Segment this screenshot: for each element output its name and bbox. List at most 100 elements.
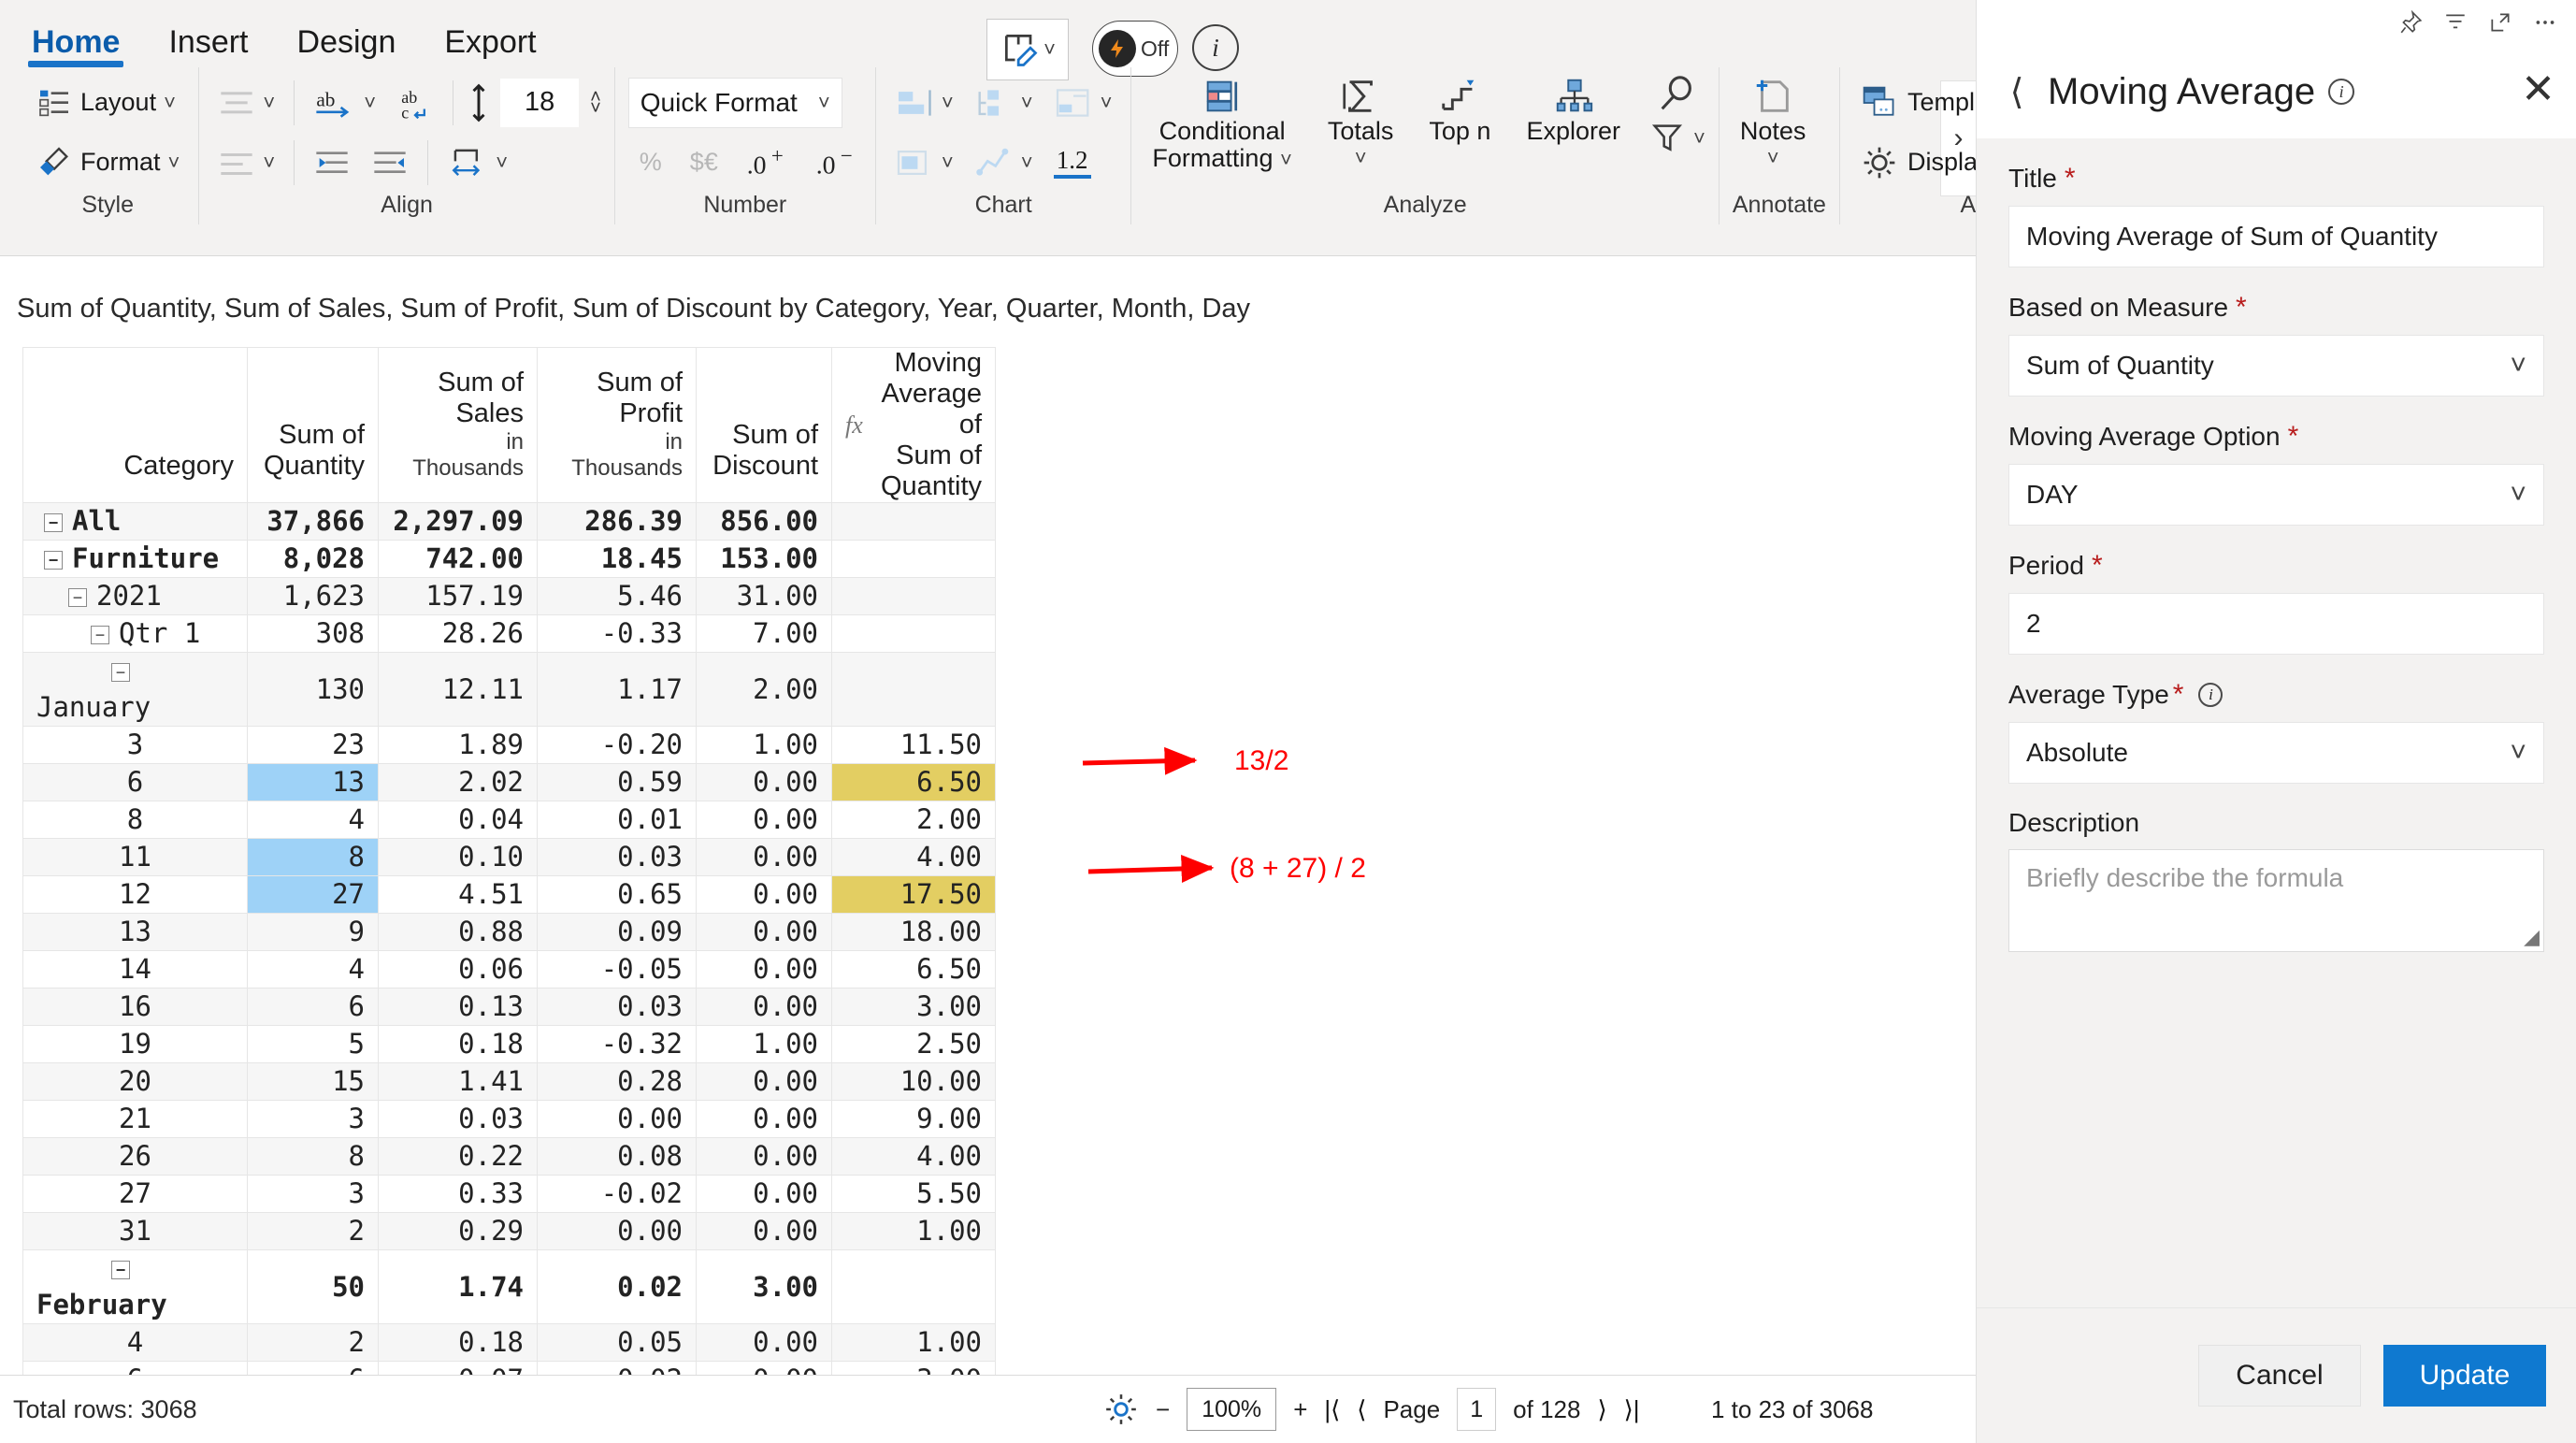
bar-chart-button[interactable]: ˅ [889, 85, 959, 121]
table-cell-moving-average[interactable] [831, 540, 996, 578]
table-cell-moving-average[interactable]: 2.50 [831, 1025, 996, 1063]
table-cell-sales[interactable]: 4.51 [378, 875, 538, 914]
table-cell-discount[interactable]: 153.00 [696, 540, 832, 578]
table-cell-quantity[interactable]: 2 [247, 1323, 379, 1362]
table-cell-sales[interactable]: 28.26 [378, 614, 538, 653]
back-button[interactable]: ⟨ [1995, 71, 2038, 113]
zoom-level-value[interactable]: 100% [1187, 1388, 1277, 1431]
table-row[interactable]: 26 8 0.22 0.08 0.00 4.00 [22, 1137, 996, 1176]
table-cell-quantity[interactable]: 4 [247, 950, 379, 988]
table-cell-quantity[interactable]: 8 [247, 1137, 379, 1176]
topn-button[interactable]: Top n [1421, 73, 1498, 147]
table-cell-sales[interactable]: 157.19 [378, 577, 538, 615]
table-cell-moving-average[interactable]: 10.00 [831, 1062, 996, 1101]
table-cell-sales[interactable]: 0.33 [378, 1175, 538, 1213]
column-header-moving-average[interactable]: fx Moving Average of Sum of Quantity [831, 347, 996, 503]
table-cell-sales[interactable]: 0.03 [378, 1100, 538, 1138]
text-direction-button[interactable]: ab ˅ [308, 84, 381, 122]
table-cell-profit[interactable]: 0.03 [537, 988, 697, 1026]
table-cell-discount[interactable]: 0.00 [696, 801, 832, 839]
table-cell-profit[interactable]: 0.09 [537, 913, 697, 951]
table-row[interactable]: 19 5 0.18 -0.32 1.00 2.50 [22, 1025, 996, 1063]
font-size-input[interactable]: 18 [500, 78, 580, 127]
column-header-sum-of-discount[interactable]: Sum of Discount [696, 347, 832, 503]
table-cell-category[interactable]: 8 [22, 801, 248, 839]
table-cell-quantity[interactable]: 8 [247, 838, 379, 876]
table-cell-quantity[interactable]: 3 [247, 1100, 379, 1138]
table-cell-quantity[interactable]: 3 [247, 1175, 379, 1213]
update-button[interactable]: Update [2383, 1345, 2546, 1407]
table-cell-discount[interactable]: 0.00 [696, 1175, 832, 1213]
table-row[interactable]: 13 9 0.88 0.09 0.00 18.00 [22, 913, 996, 951]
collapse-expander-icon[interactable]: − [91, 626, 109, 644]
table-cell-moving-average[interactable] [831, 577, 996, 615]
table-row[interactable]: − February 50 1.74 0.02 3.00 [22, 1249, 996, 1324]
table-cell-category[interactable]: −2021 [22, 577, 248, 615]
table-row[interactable]: −2021 1,623 157.19 5.46 31.00 [22, 577, 996, 615]
table-cell-quantity[interactable]: 9 [247, 913, 379, 951]
table-cell-profit[interactable]: 0.03 [537, 838, 697, 876]
align-horizontal-button[interactable]: ˅ [212, 85, 281, 121]
chevron-down-icon[interactable]: ˅ [1693, 126, 1705, 151]
table-cell-quantity[interactable]: 37,866 [247, 502, 379, 541]
table-cell-sales[interactable]: 0.10 [378, 838, 538, 876]
table-cell-category[interactable]: 14 [22, 950, 248, 988]
table-row[interactable]: 27 3 0.33 -0.02 0.00 5.50 [22, 1175, 996, 1213]
table-cell-moving-average[interactable]: 6.50 [831, 763, 996, 801]
table-cell-profit[interactable]: 1.17 [537, 652, 697, 727]
table-cell-sales[interactable]: 1.89 [378, 726, 538, 764]
table-cell-quantity[interactable]: 6 [247, 988, 379, 1026]
number-format-button[interactable]: 1.2 [1048, 144, 1097, 180]
table-cell-profit[interactable]: 0.65 [537, 875, 697, 914]
column-width-button[interactable]: ˅ [441, 144, 513, 181]
table-row[interactable]: 3 23 1.89 -0.20 1.00 11.50 [22, 726, 996, 764]
table-cell-profit[interactable]: 0.00 [537, 1100, 697, 1138]
table-cell-category[interactable]: 20 [22, 1062, 248, 1101]
text-wrap-button[interactable]: ab c [391, 84, 439, 122]
table-cell-profit[interactable]: -0.02 [537, 1175, 697, 1213]
collapse-expander-icon[interactable]: − [68, 588, 87, 607]
table-cell-category[interactable]: − Furniture [22, 540, 248, 578]
period-input[interactable]: 2 [2008, 593, 2544, 655]
table-cell-discount[interactable]: 0.00 [696, 988, 832, 1026]
table-cell-profit[interactable]: -0.32 [537, 1025, 697, 1063]
table-cell-moving-average[interactable]: 3.00 [831, 988, 996, 1026]
explorer-button[interactable]: Explorer [1518, 73, 1628, 147]
table-cell-profit[interactable]: 286.39 [537, 502, 697, 541]
table-cell-moving-average[interactable]: 6.50 [831, 950, 996, 988]
table-cell-discount[interactable]: 0.00 [696, 763, 832, 801]
increase-decimal-button[interactable]: .0 + [741, 144, 793, 181]
quick-format-select[interactable]: Quick Format ˅ [627, 77, 842, 128]
table-cell-sales[interactable]: 1.41 [378, 1062, 538, 1101]
table-cell-moving-average[interactable] [831, 614, 996, 653]
table-cell-discount[interactable]: 31.00 [696, 577, 832, 615]
table-cell-sales[interactable]: 0.13 [378, 988, 538, 1026]
column-header-category[interactable]: Category [22, 347, 248, 503]
table-cell-profit[interactable]: 5.46 [537, 577, 697, 615]
table-row[interactable]: 6 13 2.02 0.59 0.00 6.50 [22, 763, 996, 801]
first-page-button[interactable]: |⟨ [1324, 1395, 1340, 1424]
notes-button[interactable]: Notes ˅ [1733, 73, 1814, 172]
line-chart-button[interactable]: ˅ [969, 145, 1039, 180]
more-options-icon[interactable] [2533, 10, 2557, 35]
table-cell-sales[interactable]: 0.88 [378, 913, 538, 951]
column-header-sum-of-quantity[interactable]: Sum of Quantity [247, 347, 379, 503]
table-cell-category[interactable]: 16 [22, 988, 248, 1026]
info-icon[interactable]: i [1192, 24, 1239, 71]
table-cell-moving-average[interactable]: 9.00 [831, 1100, 996, 1138]
table-cell-discount[interactable]: 0.00 [696, 1137, 832, 1176]
info-icon[interactable]: i [2328, 79, 2355, 105]
table-cell-quantity[interactable]: 15 [247, 1062, 379, 1101]
table-cell-moving-average[interactable]: 11.50 [831, 726, 996, 764]
table-row[interactable]: 16 6 0.13 0.03 0.00 3.00 [22, 988, 996, 1026]
based-on-measure-select[interactable]: Sum of Quantity ˅ [2008, 335, 2544, 397]
conditional-formatting-button[interactable]: Conditional Formatting ˅ [1144, 73, 1299, 173]
table-cell-quantity[interactable]: 308 [247, 614, 379, 653]
table-cell-category[interactable]: 27 [22, 1175, 248, 1213]
table-cell-moving-average[interactable]: 4.00 [831, 838, 996, 876]
table-cell-category[interactable]: 4 [22, 1323, 248, 1362]
table-cell-moving-average[interactable]: 5.50 [831, 1175, 996, 1213]
last-page-button[interactable]: ⟩| [1624, 1395, 1640, 1424]
table-cell-category[interactable]: 21 [22, 1100, 248, 1138]
table-cell-sales[interactable]: 0.18 [378, 1025, 538, 1063]
